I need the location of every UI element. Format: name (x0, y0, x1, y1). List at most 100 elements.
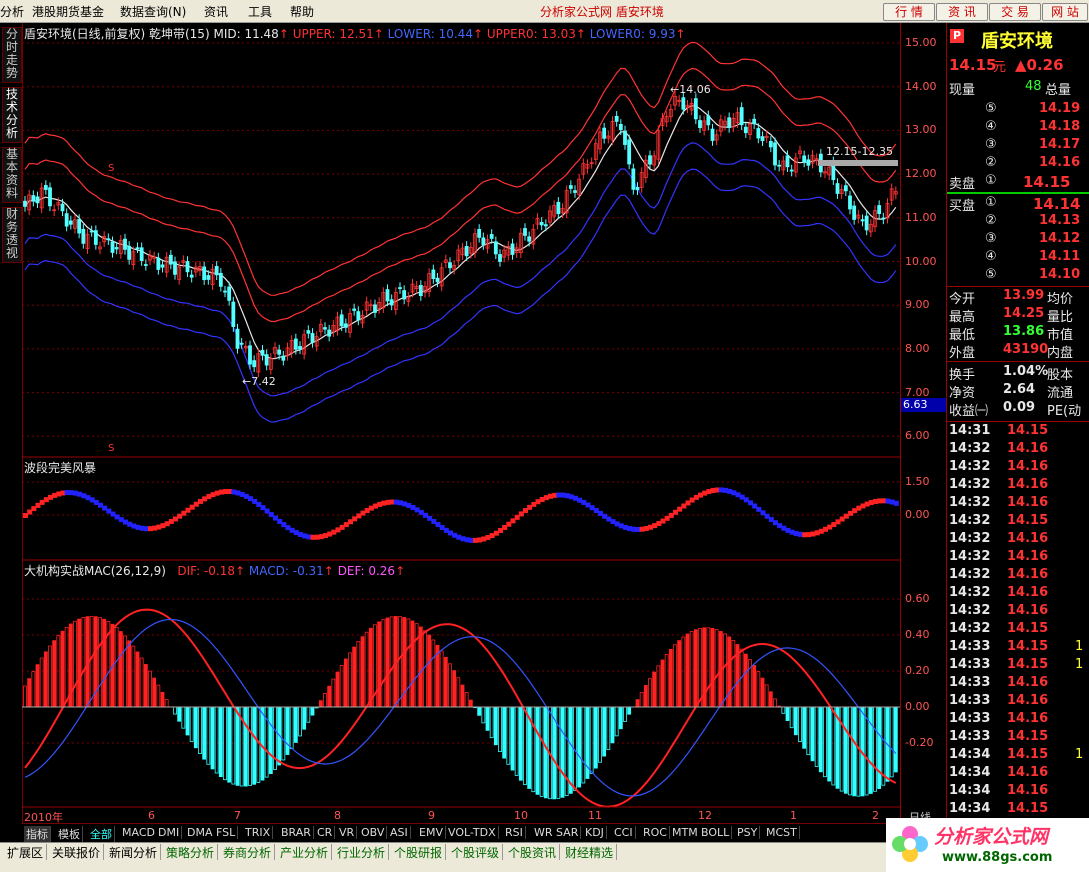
tick-row: 14:32 14.16 (947, 585, 1089, 603)
indicator-tab[interactable]: CR (315, 826, 336, 839)
stat-label: 最高 (949, 310, 976, 325)
bottom-tab[interactable]: 个股资讯 (505, 844, 561, 861)
tick-time: 14:34 (949, 747, 991, 762)
stat-label2: 流通 (1047, 386, 1074, 401)
tick-row: 14:34 14.16 (947, 783, 1089, 801)
indicator-tab[interactable]: WR (532, 826, 556, 839)
indicator-tab[interactable]: BRAR (279, 826, 314, 839)
stats-row: 今开 13.99 均价 (947, 288, 1089, 307)
indicator-tab[interactable]: EMV (417, 826, 446, 839)
sell-order-row: 卖盘 ① 14.15 (947, 173, 1089, 192)
menu-item-news[interactable]: 资讯 (204, 3, 228, 20)
macd-label: MACD: -0.31 (248, 564, 324, 578)
tick-row: 14:34 14.15 1 (947, 747, 1089, 765)
bottom-tab[interactable]: 个股评级 (448, 844, 504, 861)
tick-row: 14:32 14.16 (947, 477, 1089, 495)
bottom-tab[interactable]: 行业分析 (334, 844, 390, 861)
tick-time: 14:32 (949, 549, 991, 564)
indicator-bar: 指标 模板 全部 MACD DMI DMA FSL TRIX BRAR CR VR OBV ASI EMV… (22, 823, 900, 842)
indicator-tab[interactable]: VR (337, 826, 358, 839)
indicator-tab[interactable]: RSI (503, 826, 526, 839)
logo-url: www.88gs.com (942, 850, 1053, 865)
price-tick: 12.00 (905, 167, 937, 181)
indicator-tab[interactable]: ROC (641, 826, 670, 839)
indicator-tab[interactable]: BOLL (699, 826, 733, 839)
indicator-tab[interactable]: 模板 (56, 826, 83, 842)
indicator-tab[interactable]: FSL (214, 826, 239, 839)
order-level: ① (985, 195, 997, 210)
x-axis-label: 7 (234, 809, 241, 822)
tick-time: 14:34 (949, 783, 991, 798)
order-level: ③ (985, 231, 997, 246)
tab-financial[interactable]: 财务透视 (2, 207, 22, 263)
tick-time: 14:32 (949, 585, 991, 600)
bottom-tab[interactable]: 关联报价 (49, 844, 105, 861)
indicator-tab[interactable]: VOL-TDX (446, 826, 499, 839)
stat-value: 13.99 (1003, 288, 1045, 303)
indicator-tab[interactable]: 全部 (88, 826, 115, 842)
bottom-tab[interactable]: 策略分析 (163, 844, 219, 861)
indicator-tab[interactable]: OBV (359, 826, 388, 839)
menu-item-tools[interactable]: 工具 (248, 3, 272, 20)
high-annotation-value: 14.06 (679, 83, 711, 96)
main-chart-title-row: 盾安环境(日线,前复权) 乾坤带(15) MID: 11.48↑ UPPER: … (24, 25, 686, 42)
left-tab-strip: 分时走势 技术分析 基本资料 财务透视 (0, 23, 23, 823)
tab-intraday[interactable]: 分时走势 (2, 27, 22, 83)
indicator-tab[interactable]: MCST (764, 826, 800, 839)
tick-row: 14:32 14.15 (947, 621, 1089, 639)
chart-svg[interactable] (22, 23, 900, 823)
quotes-button[interactable]: 行 情 (883, 3, 935, 21)
news-button[interactable]: 资 讯 (936, 3, 988, 21)
bottom-tab[interactable]: 券商分析 (220, 844, 276, 861)
bottom-tab[interactable]: 产业分析 (277, 844, 333, 861)
website-button[interactable]: 网 站 (1042, 3, 1088, 21)
menu-item-hk-futures[interactable]: 港股期货基金 (32, 3, 104, 20)
tick-time: 14:33 (949, 711, 991, 726)
indicator-tab[interactable]: ASI (388, 826, 411, 839)
order-level: ① (985, 173, 997, 188)
sell-price: 14.17 (1039, 137, 1081, 152)
trade-button[interactable]: 交 易 (989, 3, 1041, 21)
indicator-tab[interactable]: TRIX (243, 826, 274, 839)
buy-price: 14.13 (1039, 213, 1081, 228)
tick-price: 14.16 (1007, 693, 1049, 708)
tick-row: 14:32 14.16 (947, 567, 1089, 585)
x-axis-label: 8 (334, 809, 341, 822)
stats-row: 收益㈠ 0.09 PE(动 (947, 400, 1089, 419)
tab-technical[interactable]: 技术分析 (2, 87, 22, 143)
indicator-tab[interactable]: DMA (185, 826, 216, 839)
tab-profile[interactable]: 基本资料 (2, 147, 22, 203)
tick-price: 14.15 (1007, 747, 1049, 762)
total-label: 总量 (1045, 83, 1072, 98)
tick-price: 14.15 (1007, 621, 1049, 636)
indicator-tab[interactable]: SAR (554, 826, 582, 839)
indicator-tab[interactable]: 指标 (24, 826, 51, 842)
menu-item-help[interactable]: 帮助 (290, 3, 314, 20)
order-level: ② (985, 213, 997, 228)
bottom-tab[interactable]: 扩展区 (4, 844, 48, 861)
bottom-tab[interactable]: 财经精选 (562, 844, 618, 861)
tick-time: 14:34 (949, 765, 991, 780)
indicator-tab[interactable]: PSY (735, 826, 761, 839)
indicator-tab[interactable]: MACD (120, 826, 158, 839)
macd-tick: 0.20 (905, 664, 930, 677)
indicator-tab[interactable]: CCI (612, 826, 636, 839)
tab-profile-label: 基本资料 (5, 147, 18, 200)
wave-plot (23, 487, 899, 543)
indicator-tab[interactable]: KDJ (583, 826, 607, 839)
indicator-tab[interactable]: DMI (156, 826, 183, 839)
stat-label: 换手 (949, 368, 976, 383)
indicator-tab[interactable]: MTM (670, 826, 701, 839)
chart-area[interactable]: 盾安环境(日线,前复权) 乾坤带(15) MID: 11.48↑ UPPER: … (22, 23, 900, 824)
menu-item-analysis[interactable]: 分析 (0, 3, 24, 20)
menu-item-data-query[interactable]: 数据查询(N) (120, 3, 186, 20)
bottom-tab[interactable]: 个股研报 (391, 844, 447, 861)
macd-plot (23, 608, 898, 808)
tick-time: 14:32 (949, 459, 991, 474)
menu-bar: 分析 港股期货基金 数据查询(N) 资讯 工具 帮助 分析家公式网 盾安环境 行… (0, 0, 1089, 23)
tick-price: 14.16 (1007, 459, 1049, 474)
tick-price: 14.15 (1007, 657, 1049, 672)
bottom-tab[interactable]: 新闻分析 (106, 844, 162, 861)
buy-order-row: 买盘 ① 14.14 (947, 195, 1089, 214)
price-tick: 9.00 (905, 298, 930, 312)
